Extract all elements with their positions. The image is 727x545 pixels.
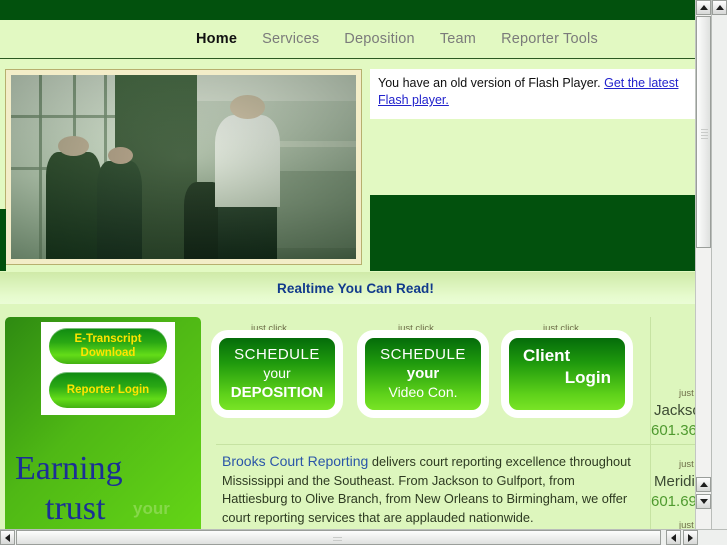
browser-viewport: Home Services Deposition Team Reporter T…	[0, 0, 727, 545]
browser-scroll-left-arrow-2[interactable]	[666, 530, 681, 545]
e-transcript-line-1: E-Transcript	[74, 333, 142, 345]
content-section: E-Transcript Download Reporter Login Ear…	[0, 304, 711, 529]
deposition-card-line-2: your	[263, 365, 291, 381]
client-login-line-1: Client	[523, 346, 571, 365]
left-promo-panel: E-Transcript Download Reporter Login Ear…	[5, 317, 201, 529]
just-click-label-videocon: just click	[398, 323, 434, 334]
chevron-up-icon-lower	[699, 482, 708, 487]
hero-photograph	[11, 75, 356, 259]
browser-scroll-up-button[interactable]	[712, 0, 727, 15]
e-transcript-line-2: Download	[80, 347, 136, 359]
hero-photo-frame	[5, 69, 362, 265]
inner-frame-vertical-scrollbar[interactable]	[695, 0, 711, 529]
deposition-card-line-1: SCHEDULE	[234, 346, 320, 363]
browser-scroll-left-button[interactable]	[0, 530, 15, 545]
chevron-down-icon	[699, 499, 708, 504]
chevron-left-icon-2	[671, 533, 676, 542]
hero-green-band	[370, 195, 711, 271]
inner-scroll-up-button[interactable]	[696, 0, 711, 15]
main-navigation-bar: Home Services Deposition Team Reporter T…	[0, 20, 711, 59]
chevron-left-icon	[5, 533, 10, 542]
nav-links: Home Services Deposition Team Reporter T…	[196, 20, 598, 57]
headline-line-1: Earning	[15, 450, 123, 487]
nav-item-home[interactable]: Home	[196, 31, 237, 47]
chevron-right-icon	[688, 533, 693, 542]
earning-trust-headline: Earning trust	[15, 449, 123, 529]
flash-player-notice: You have an old version of Flash Player.…	[370, 69, 711, 119]
browser-horizontal-scrollbar[interactable]	[0, 529, 727, 545]
just-click-label-client-login: just click	[543, 323, 579, 334]
headline-line-2: trust	[45, 490, 106, 527]
browser-hscroll-thumb[interactable]	[16, 530, 661, 545]
blurb-company-name: Brooks Court Reporting	[222, 453, 369, 469]
nav-item-deposition[interactable]: Deposition	[344, 31, 415, 47]
tagline-strip: Realtime You Can Read!	[0, 272, 711, 304]
videocon-card-line-3: Video Con.	[388, 384, 458, 400]
e-transcript-download-button[interactable]: E-Transcript Download	[49, 328, 167, 364]
chevron-up-icon-outer	[715, 5, 724, 10]
hero-left-green-edge	[0, 209, 6, 271]
nav-item-team[interactable]: Team	[440, 31, 476, 47]
inner-scroll-down-button[interactable]	[696, 494, 711, 509]
hero-section: You have an old version of Flash Player.…	[0, 59, 711, 272]
reporter-login-button[interactable]: Reporter Login	[49, 372, 167, 408]
reporter-login-label: Reporter Login	[66, 384, 150, 396]
nav-item-services[interactable]: Services	[262, 31, 319, 47]
nav-item-reporter-tools[interactable]: Reporter Tools	[501, 31, 598, 47]
videocon-card-line-1: SCHEDULE	[380, 346, 466, 363]
browser-scroll-right-button[interactable]	[683, 530, 698, 545]
schedule-deposition-card[interactable]: SCHEDULE your DEPOSITION	[219, 338, 335, 410]
ghost-word-your: your	[133, 499, 170, 518]
videocon-card-line-2: your	[406, 365, 440, 382]
top-green-bar	[0, 0, 711, 20]
client-login-card[interactable]: Client Login	[509, 338, 625, 410]
just-click-label-deposition: just click	[251, 323, 287, 334]
deposition-card-line-3: DEPOSITION	[230, 384, 324, 401]
flash-notice-text: You have an old version of Flash Player.	[378, 76, 601, 90]
page-frame: Home Services Deposition Team Reporter T…	[0, 0, 711, 529]
company-blurb: Brooks Court Reporting delivers court re…	[222, 452, 634, 527]
schedule-videocon-card[interactable]: SCHEDULE your Video Con.	[365, 338, 481, 410]
flash-embed-area	[370, 119, 711, 195]
inner-scroll-down-arrow-upper[interactable]	[696, 477, 711, 492]
chevron-up-icon	[699, 5, 708, 10]
inner-scroll-thumb[interactable]	[696, 16, 711, 248]
content-divider	[216, 444, 711, 445]
tagline-text: Realtime You Can Read!	[277, 280, 434, 296]
browser-vertical-scrollbar[interactable]	[711, 0, 727, 545]
left-panel-button-well: E-Transcript Download Reporter Login	[41, 322, 175, 415]
client-login-line-2: Login	[564, 368, 611, 387]
